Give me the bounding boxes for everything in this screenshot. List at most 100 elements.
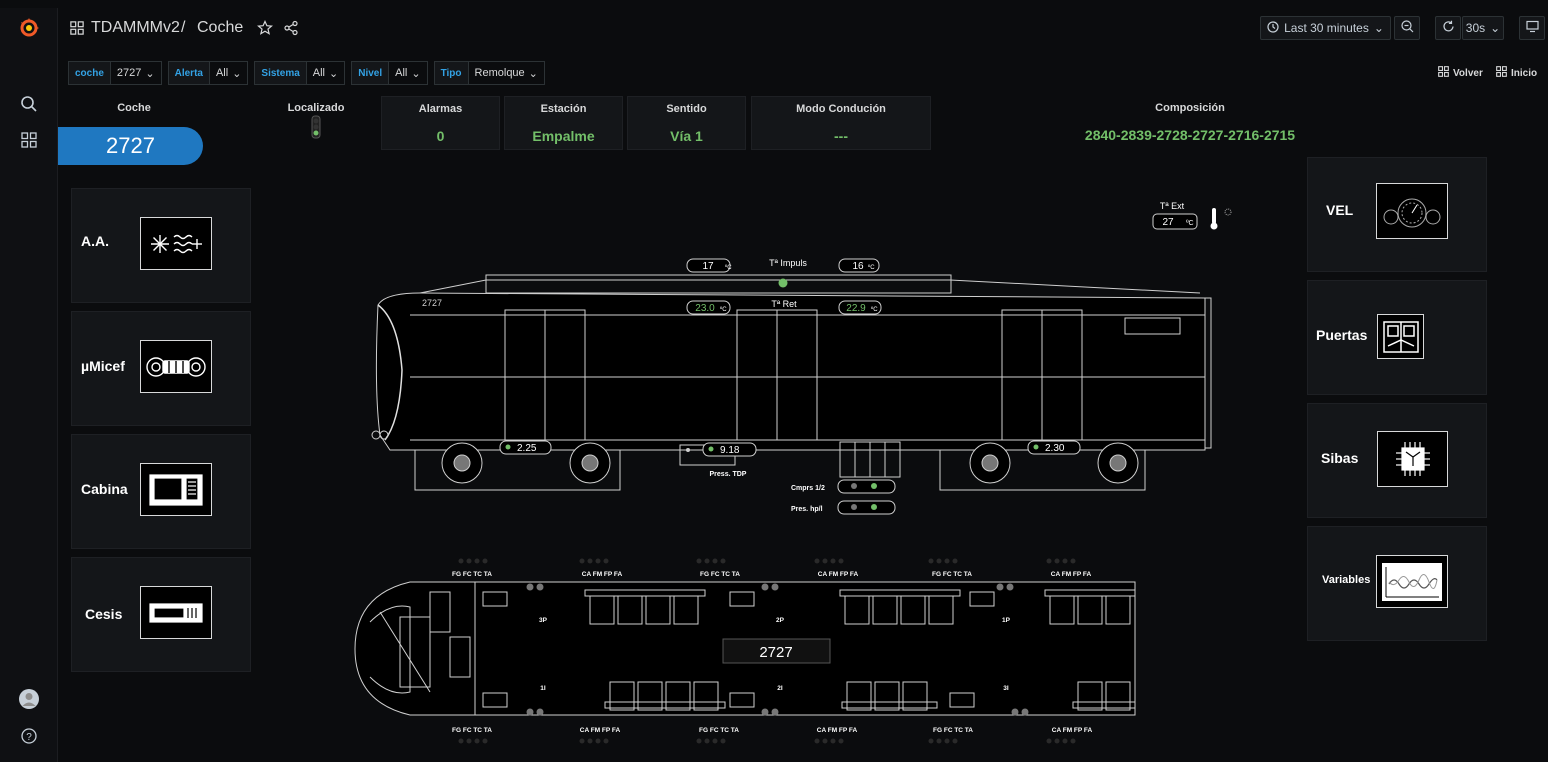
panel-aa[interactable]: A.A. bbox=[71, 188, 251, 303]
train-plan-view: FG FC TC TA CA FM FP FA FG FC TC TA CA F… bbox=[354, 558, 1136, 744]
group-label-bottom: FG FC TC TA bbox=[933, 727, 973, 734]
chip-icon[interactable] bbox=[1377, 431, 1448, 487]
ret-right-value: 22.9 bbox=[846, 303, 866, 314]
group-label-top: FG FC TC TA bbox=[452, 571, 492, 578]
star-icon[interactable] bbox=[257, 20, 273, 41]
car-number-label: 2727 bbox=[422, 298, 442, 308]
group-label-top: CA FM FP FA bbox=[582, 571, 623, 578]
pressure-tdp-label: Press. TDP bbox=[710, 471, 747, 478]
dashboard-grid-icon bbox=[70, 21, 84, 40]
zoom-out-button[interactable] bbox=[1394, 16, 1420, 40]
pres-label: Pres. hp/l bbox=[791, 506, 823, 513]
link-volver[interactable]: Volver bbox=[1434, 61, 1487, 85]
refresh-interval-picker[interactable]: 30s ⌄ bbox=[1462, 16, 1504, 40]
dashboards-icon bbox=[1496, 66, 1507, 80]
variable-select[interactable]: 2727 ⌄ bbox=[110, 61, 162, 85]
top-bar: TDAMMMv2 / Coche Last 30 minutes ⌄ 30s ⌄ bbox=[58, 8, 1548, 48]
sidebar: ? bbox=[0, 8, 58, 762]
group-label-top: FG FC TC TA bbox=[932, 571, 972, 578]
breadcrumb-folder[interactable]: TDAMMMv2 bbox=[91, 19, 180, 37]
variable-value: All bbox=[395, 67, 408, 79]
stat-sentido: Sentido Vía 1 bbox=[627, 96, 746, 150]
panel-cabina[interactable]: Cabina bbox=[71, 434, 251, 549]
variable-select[interactable]: All ⌄ bbox=[209, 61, 249, 85]
variable-select[interactable]: All ⌄ bbox=[306, 61, 346, 85]
panel-vel[interactable]: VEL bbox=[1307, 157, 1487, 272]
bogie-icon[interactable] bbox=[140, 340, 212, 393]
impuls-left-value: 17 bbox=[702, 261, 714, 272]
panel-variables[interactable]: Variables bbox=[1307, 526, 1487, 641]
group-label-top: CA FM FP FA bbox=[818, 571, 859, 578]
chevron-down-icon: ⌄ bbox=[1373, 21, 1384, 35]
stat-alarmas: Alarmas 0 bbox=[381, 96, 500, 150]
door-label: 2P bbox=[776, 617, 785, 624]
impuls-label: Tª Impuls bbox=[769, 258, 807, 268]
refresh-icon bbox=[1442, 20, 1455, 36]
panel-label: A.A. bbox=[81, 233, 109, 249]
group-label-bottom: CA FM FP FA bbox=[1052, 727, 1093, 734]
group-label-bottom: CA FM FP FA bbox=[817, 727, 858, 734]
coche-value-button[interactable]: 2727 bbox=[58, 127, 203, 165]
group-label-top: CA FM FP FA bbox=[1051, 571, 1092, 578]
stat-value: --- bbox=[834, 128, 848, 144]
temp-ext-label: Tª Ext bbox=[1160, 201, 1185, 211]
cabin-console-icon[interactable] bbox=[140, 463, 212, 516]
doors-icon[interactable] bbox=[1377, 314, 1424, 359]
panel-umicef[interactable]: µMicef bbox=[71, 311, 251, 426]
status-dots-top bbox=[458, 558, 1076, 564]
refresh-interval-label: 30s bbox=[1465, 21, 1486, 35]
share-icon[interactable] bbox=[283, 20, 299, 41]
waveform-chart-icon[interactable] bbox=[1376, 555, 1448, 608]
search-icon[interactable] bbox=[17, 92, 41, 116]
variable-label: coche bbox=[68, 61, 111, 85]
dashboards-icon[interactable] bbox=[17, 128, 41, 152]
stat-estacion: Estación Empalme bbox=[504, 96, 623, 150]
server-unit-icon[interactable] bbox=[140, 586, 212, 639]
time-range-picker[interactable]: Last 30 minutes ⌄ bbox=[1260, 16, 1391, 40]
refresh-button[interactable] bbox=[1435, 16, 1461, 40]
panel-sibas[interactable]: Sibas bbox=[1307, 403, 1487, 518]
stat-title: Modo Condución bbox=[796, 103, 886, 115]
door-label: 3I bbox=[1003, 685, 1009, 692]
traffic-light-icon bbox=[311, 115, 321, 139]
stat-title: Sentido bbox=[666, 103, 707, 115]
roof-equipment bbox=[485, 274, 952, 294]
cmprs-label: Cmprs 1/2 bbox=[791, 485, 825, 492]
plan-car-number: 2727 bbox=[759, 644, 792, 661]
door-label: 3P bbox=[539, 617, 548, 624]
group-label-top: FG FC TC TA bbox=[700, 571, 740, 578]
variable-select[interactable]: All ⌄ bbox=[389, 61, 428, 85]
stat-value: Empalme bbox=[532, 128, 595, 144]
monitor-icon bbox=[1525, 20, 1539, 36]
variable-value: Remolque bbox=[474, 67, 525, 79]
air-conditioning-icon[interactable] bbox=[140, 217, 212, 270]
panel-label: Cesis bbox=[85, 606, 123, 622]
user-avatar-icon[interactable] bbox=[17, 687, 41, 711]
grafana-logo-icon[interactable] bbox=[17, 16, 41, 40]
stat-value: Vía 1 bbox=[670, 128, 703, 144]
panel-puertas[interactable]: Puertas bbox=[1307, 280, 1487, 395]
chevron-down-icon: ⌄ bbox=[1490, 21, 1501, 35]
temp-unit: ºC bbox=[1186, 220, 1194, 227]
help-icon[interactable]: ? bbox=[17, 724, 41, 748]
dashboards-icon bbox=[1438, 66, 1449, 80]
stat-title: Alarmas bbox=[418, 103, 463, 115]
zoom-out-icon bbox=[1400, 20, 1414, 36]
temp-unit: ºC bbox=[868, 264, 875, 271]
panel-label: Variables bbox=[1322, 574, 1371, 586]
variable-alerta[interactable]: Alerta All ⌄ bbox=[167, 61, 249, 85]
variables-bar: coche 2727 ⌄ Alerta All ⌄ Sistema All ⌄ Niv… bbox=[68, 61, 545, 85]
group-label-bottom: FG FC TC TA bbox=[452, 727, 492, 734]
variable-nivel[interactable]: Nivel All ⌄ bbox=[351, 61, 428, 85]
speedometer-icon[interactable] bbox=[1376, 183, 1448, 239]
variable-tipo[interactable]: Tipo Remolque ⌄ bbox=[433, 61, 545, 85]
link-inicio[interactable]: Inicio bbox=[1492, 61, 1541, 85]
pressure-left-value: 2.25 bbox=[517, 443, 537, 454]
variable-sistema[interactable]: Sistema All ⌄ bbox=[254, 61, 346, 85]
tv-mode-button[interactable] bbox=[1519, 16, 1545, 40]
variable-select[interactable]: Remolque ⌄ bbox=[468, 61, 545, 85]
variable-coche[interactable]: coche 2727 ⌄ bbox=[68, 61, 162, 85]
variable-label: Sistema bbox=[254, 61, 307, 85]
panel-cesis[interactable]: Cesis bbox=[71, 557, 251, 672]
page-title[interactable]: Coche bbox=[197, 19, 243, 37]
